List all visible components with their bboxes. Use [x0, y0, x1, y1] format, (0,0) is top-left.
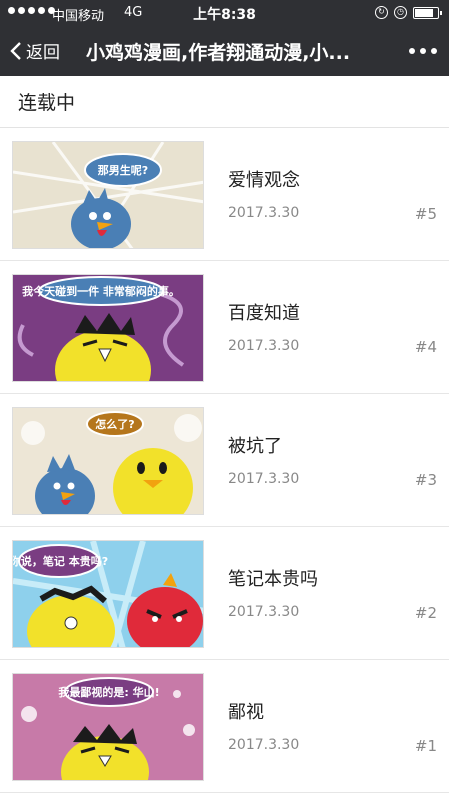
more-options-icon[interactable] — [409, 48, 437, 54]
episode-title: 被坑了 — [228, 436, 282, 457]
episode-title: 笔记本贵吗 — [228, 569, 318, 590]
episode-item-5[interactable]: 那男生呢? 爱情观念 2017.3.30 #5 — [0, 128, 449, 261]
bubble-text: 我今天碰到一件 非常郁闷的事。 — [22, 284, 180, 298]
bubble-text: 怎么了? — [95, 417, 134, 431]
episode-date: 2017.3.30 — [228, 471, 300, 487]
episode-item-4[interactable]: 我今天碰到一件 非常郁闷的事。 百度知道 2017.3.30 #4 — [0, 261, 449, 394]
back-label: 返回 — [26, 43, 60, 63]
episode-item-2[interactable]: 你说，笔记 本贵吗? 笔记本贵吗 2017.3.30 #2 — [0, 527, 449, 660]
episode-thumbnail: 我最鄙视的是: 华山! — [12, 673, 204, 781]
episode-thumbnail: 那男生呢? — [12, 141, 204, 249]
chevron-left-icon — [10, 41, 21, 60]
episode-list: 那男生呢? 爱情观念 2017.3.30 #5 我今天碰到一件 非常郁闷的事。 … — [0, 128, 449, 793]
episode-number: #3 — [414, 471, 437, 489]
episode-number: #5 — [414, 205, 437, 223]
episode-number: #4 — [414, 338, 437, 356]
alarm-icon: ◷ — [394, 6, 407, 19]
bubble-text: 那男生呢? — [98, 163, 148, 177]
status-bar: 中国移动 4G 上午8:38 ↻ ◷ — [0, 0, 449, 26]
episode-item-3[interactable]: 怎么了? 被坑了 2017.3.30 #3 — [0, 394, 449, 527]
episode-date: 2017.3.30 — [228, 737, 300, 753]
rotation-lock-icon: ↻ — [375, 6, 388, 19]
episode-thumbnail: 你说，笔记 本贵吗? — [12, 540, 204, 648]
navigation-bar: 返回 小鸡鸡漫画,作者翔通动漫,小... — [0, 26, 449, 76]
bubble-text: 我最鄙视的是: 华山! — [58, 685, 159, 699]
section-title: 连载中 — [18, 92, 76, 114]
episode-number: #2 — [414, 604, 437, 622]
episode-date: 2017.3.30 — [228, 338, 300, 354]
battery-icon — [413, 6, 442, 19]
episode-thumbnail: 怎么了? — [12, 407, 204, 515]
bubble-text: 你说，笔记 本贵吗? — [13, 554, 108, 568]
episode-date: 2017.3.30 — [228, 205, 300, 221]
episode-number: #1 — [414, 737, 437, 755]
episode-date: 2017.3.30 — [228, 604, 300, 620]
page-title: 小鸡鸡漫画,作者翔通动漫,小... — [86, 42, 351, 64]
episode-title: 爱情观念 — [228, 170, 300, 191]
back-button[interactable]: 返回 — [10, 38, 60, 63]
episode-thumbnail: 我今天碰到一件 非常郁闷的事。 — [12, 274, 204, 382]
top-bar: 中国移动 4G 上午8:38 ↻ ◷ 返回 小鸡鸡漫画,作者翔通动漫,小... — [0, 0, 449, 76]
section-header: 连载中 — [0, 76, 449, 128]
episode-title: 鄙视 — [228, 702, 264, 723]
episode-item-1[interactable]: 我最鄙视的是: 华山! 鄙视 2017.3.30 #1 — [0, 660, 449, 793]
episode-title: 百度知道 — [228, 303, 300, 324]
